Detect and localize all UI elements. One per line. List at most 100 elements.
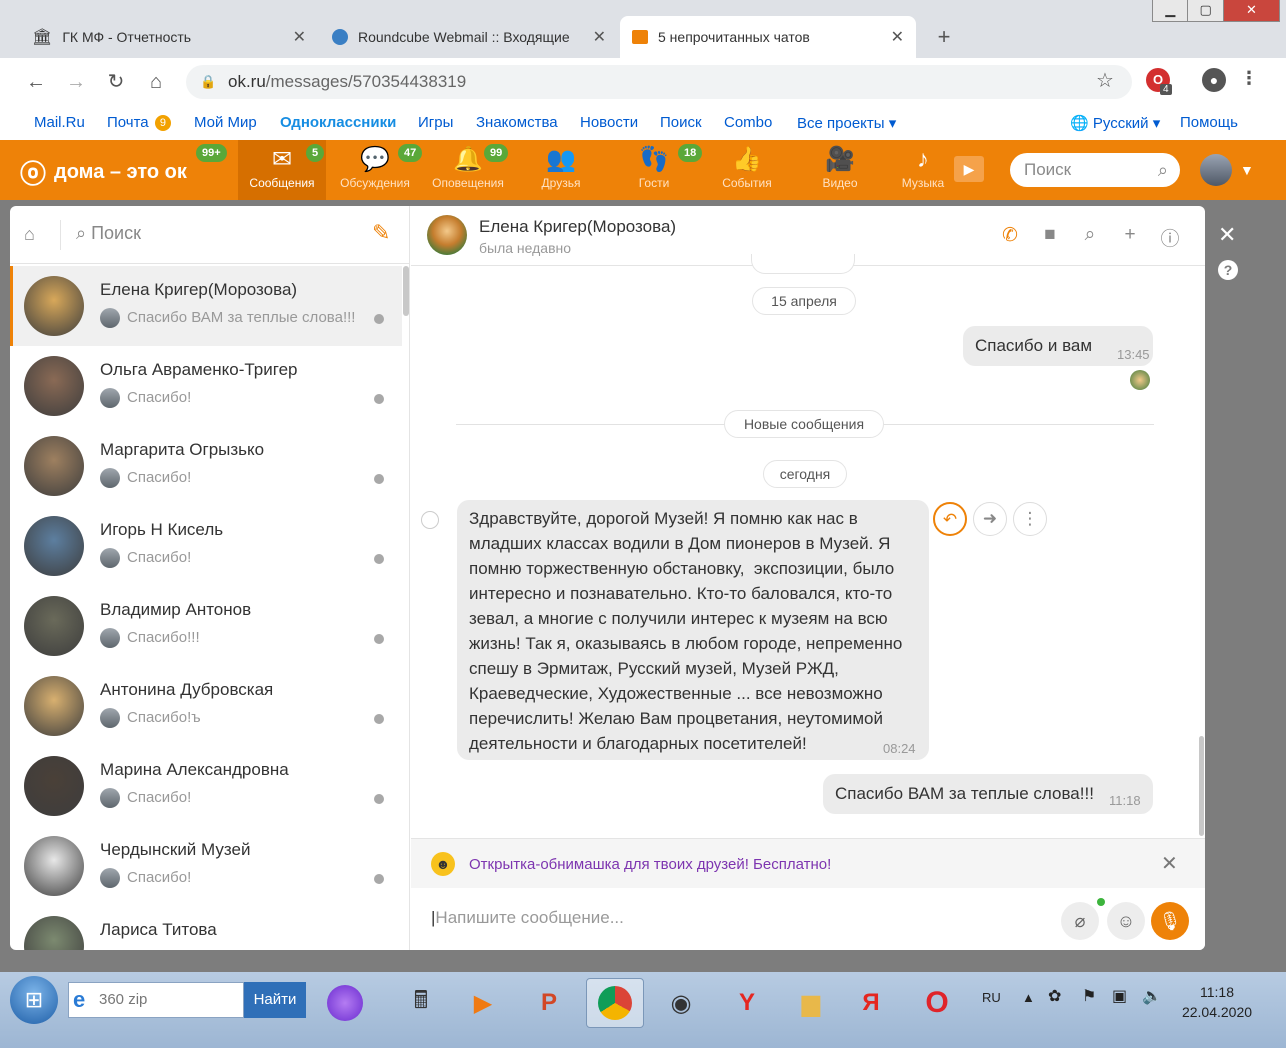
language-indicator[interactable]: RU <box>982 990 1001 1005</box>
alice-icon[interactable] <box>316 978 374 1028</box>
chat-list-item[interactable]: Елена Кригер(Морозова) Спасибо ВАМ за теп… <box>10 266 402 346</box>
portal-link-dating[interactable]: Знакомства <box>476 114 558 131</box>
search-icon[interactable]: ⌕ <box>1079 224 1101 246</box>
forward-icon[interactable]: → <box>62 68 90 96</box>
opera-icon[interactable]: O <box>908 978 966 1028</box>
nav-events[interactable]: 👍 События <box>704 140 790 200</box>
volume-icon[interactable]: 🔈 <box>1142 986 1162 1006</box>
close-messenger-icon[interactable]: ✕ <box>1218 222 1236 248</box>
profile-avatar[interactable] <box>1200 154 1232 186</box>
info-icon[interactable]: ⓘ <box>1159 224 1181 251</box>
play-icon[interactable]: ▶ <box>954 156 984 182</box>
media-player-icon[interactable]: ▶ <box>454 978 512 1028</box>
chat-list-item[interactable]: Ольга Авраменко-Тригер Спасибо! <box>10 346 402 426</box>
nav-video[interactable]: 🎥 Видео <box>798 140 882 200</box>
chat-list-item[interactable]: Маргарита Огрызько Спасибо! <box>10 426 402 506</box>
file-explorer-icon[interactable]: ▆ <box>782 978 840 1028</box>
phone-call-icon[interactable]: ✆ <box>999 224 1021 247</box>
video-call-icon[interactable]: ■ <box>1039 224 1061 246</box>
scrollbar[interactable] <box>403 266 409 316</box>
notifications-badge: 99 <box>484 144 509 162</box>
close-tab-icon[interactable]: ✕ <box>891 27 904 47</box>
contact-avatar[interactable] <box>427 215 467 255</box>
forward-icon[interactable]: ➜ <box>973 502 1007 536</box>
browser-tab-reporting[interactable]: 🏛 ГК МФ - Отчетность ✕ <box>20 16 318 58</box>
close-tab-icon[interactable]: ✕ <box>593 27 606 47</box>
close-window-button[interactable]: ✕ <box>1223 0 1279 21</box>
chat-list-item[interactable]: Игорь Н Кисель Спасибо! <box>10 506 402 586</box>
reply-icon[interactable]: ↶ <box>933 502 967 536</box>
bookmark-star-icon[interactable]: ☆ <box>1096 68 1114 93</box>
close-icon[interactable]: ✕ <box>1161 851 1178 876</box>
avatar <box>24 356 84 416</box>
chat-list-item[interactable]: Марина Александровна Спасибо! <box>10 746 402 826</box>
scanner-icon[interactable]: ◉ <box>652 978 710 1028</box>
flag-icon[interactable]: ⚑ <box>1082 986 1096 1006</box>
taskbar-search-input[interactable]: e 360 zip <box>68 982 244 1018</box>
portal-link-ok[interactable]: Одноклассники <box>280 114 396 131</box>
home-icon[interactable]: ⌂ <box>142 68 170 96</box>
address-bar[interactable]: 🔒 ok.ru/messages/570354438319 <box>186 65 1132 99</box>
portal-link-mailru[interactable]: Mail.Ru <box>34 114 85 131</box>
minimize-button[interactable]: ▁ <box>1153 0 1189 21</box>
portal-link-news[interactable]: Новости <box>580 114 638 131</box>
portal-link-combo[interactable]: Combo <box>724 114 772 131</box>
message-outgoing[interactable]: Спасибо ВАМ за теплые слова!!! <box>823 774 1153 814</box>
portal-link-search[interactable]: Поиск <box>660 114 702 131</box>
powerpoint-icon[interactable]: P <box>520 978 578 1028</box>
new-tab-button[interactable]: + <box>928 24 960 52</box>
close-tab-icon[interactable]: ✕ <box>293 27 306 47</box>
browser-tab-ok-messages[interactable]: 5 непрочитанных чатов ✕ <box>620 16 916 58</box>
back-icon[interactable]: ← <box>22 68 50 96</box>
show-hidden-icons[interactable]: ▲ <box>1022 990 1035 1005</box>
home-icon[interactable]: ⌂ <box>24 224 35 245</box>
nav-music[interactable]: ♪ Музыка <box>882 140 964 200</box>
message-input[interactable]: |Напишите сообщение... <box>431 908 624 928</box>
chat-list-item[interactable]: Антонина Дубровская Спасибо!ъ <box>10 666 402 746</box>
attach-icon[interactable]: ⌀ <box>1061 902 1099 940</box>
yandex-browser-icon[interactable]: Y <box>718 978 776 1028</box>
emoji-icon[interactable]: ☺ <box>1107 902 1145 940</box>
yandex-icon[interactable]: Я <box>842 978 900 1028</box>
maximize-button[interactable]: ▢ <box>1188 0 1224 21</box>
start-button[interactable]: ⊞ <box>10 976 58 1024</box>
ok-logo[interactable]: ⓞ дома – это ок <box>20 154 187 191</box>
chevron-down-icon[interactable]: ▼ <box>1240 162 1254 178</box>
add-user-icon[interactable]: + <box>1119 224 1141 246</box>
internet-explorer-icon: e <box>73 987 86 1012</box>
message-input-placeholder: Напишите сообщение... <box>435 908 624 927</box>
network-icon[interactable]: ▣ <box>1112 986 1127 1006</box>
system-clock[interactable]: 11:18 22.04.2020 <box>1172 982 1262 1022</box>
chrome-icon[interactable] <box>586 978 644 1028</box>
tray-app-icon[interactable]: ✿ <box>1048 986 1061 1006</box>
nav-friends[interactable]: 👥 Друзья <box>520 140 602 200</box>
reload-icon[interactable]: ↻ <box>102 68 130 96</box>
portal-link-myworld[interactable]: Мой Мир <box>194 114 257 131</box>
promo-banner[interactable]: ☻ Открытка-обнимашка для твоих друзей! Б… <box>411 838 1205 888</box>
chat-list-item[interactable]: Владимир Антонов Спасибо!!! <box>10 586 402 666</box>
account-icon[interactable]: ● <box>1202 68 1226 92</box>
portal-link-help[interactable]: Помощь <box>1180 114 1238 131</box>
browser-menu-icon[interactable]: ⋮ <box>1240 68 1258 89</box>
help-icon[interactable]: ? <box>1218 260 1238 280</box>
ok-search-input[interactable]: Поиск ⌕ <box>1010 153 1180 187</box>
portal-link-games[interactable]: Игры <box>418 114 453 131</box>
contact-name[interactable]: Елена Кригер(Морозова) <box>479 217 676 237</box>
portal-link-mail[interactable]: Почта 9 <box>107 114 171 131</box>
more-options-icon[interactable]: ⋮ <box>1013 502 1047 536</box>
scrollbar[interactable] <box>1199 736 1204 836</box>
chat-list-item[interactable]: Чердынский Музей Спасибо! <box>10 826 402 906</box>
taskbar-find-button[interactable]: Найти <box>244 982 306 1018</box>
promo-text[interactable]: Открытка-обнимашка для твоих друзей! Бес… <box>469 856 831 873</box>
select-message-checkbox[interactable] <box>421 511 439 529</box>
chat-list-item[interactable]: Лариса Титова <box>10 906 402 950</box>
chat-search-input[interactable]: ⌕ Поиск <box>76 223 141 244</box>
microphone-icon[interactable]: 🎙 <box>1151 902 1189 940</box>
message-incoming[interactable]: Здравствуйте, дорогой Музей! Я помню как… <box>457 500 929 760</box>
portal-link-all-projects[interactable]: Все проекты ▾ <box>797 114 896 132</box>
new-message-icon[interactable]: ✎ <box>372 220 390 246</box>
search-icon[interactable]: ⌕ <box>1158 153 1168 187</box>
calculator-icon[interactable]: 🖩 <box>392 978 450 1028</box>
browser-tab-roundcube[interactable]: Roundcube Webmail :: Входящие ✕ <box>320 16 618 58</box>
language-selector[interactable]: 🌐 Русский ▾ <box>1070 114 1160 132</box>
